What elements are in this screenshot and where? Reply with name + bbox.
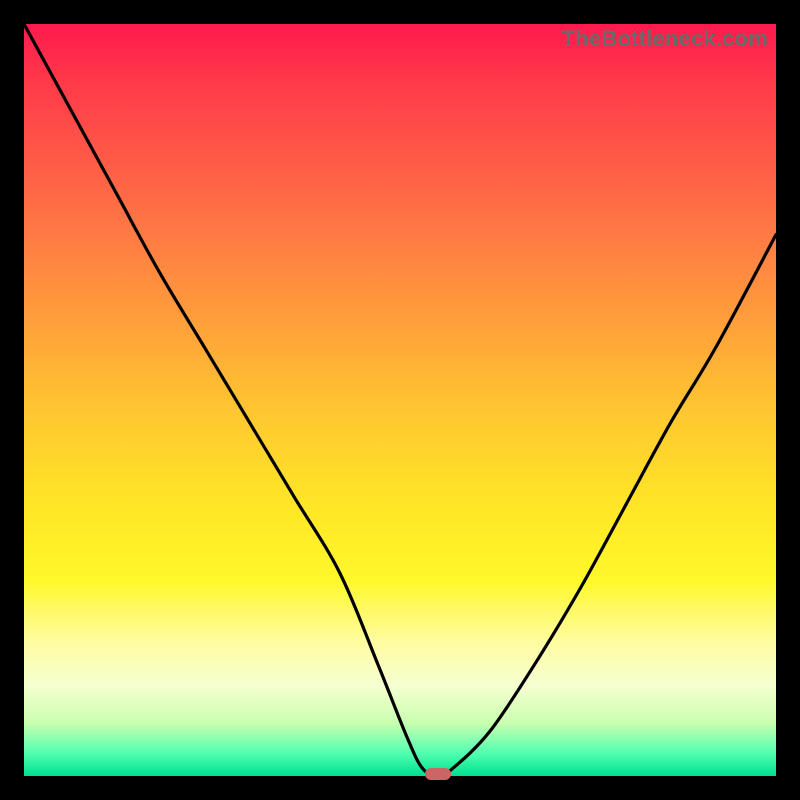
plot-area: TheBottleneck.com — [24, 24, 776, 776]
chart-frame: TheBottleneck.com — [0, 0, 800, 800]
bottleneck-curve — [24, 24, 776, 776]
optimal-marker — [425, 768, 451, 780]
curve-svg — [24, 24, 776, 776]
